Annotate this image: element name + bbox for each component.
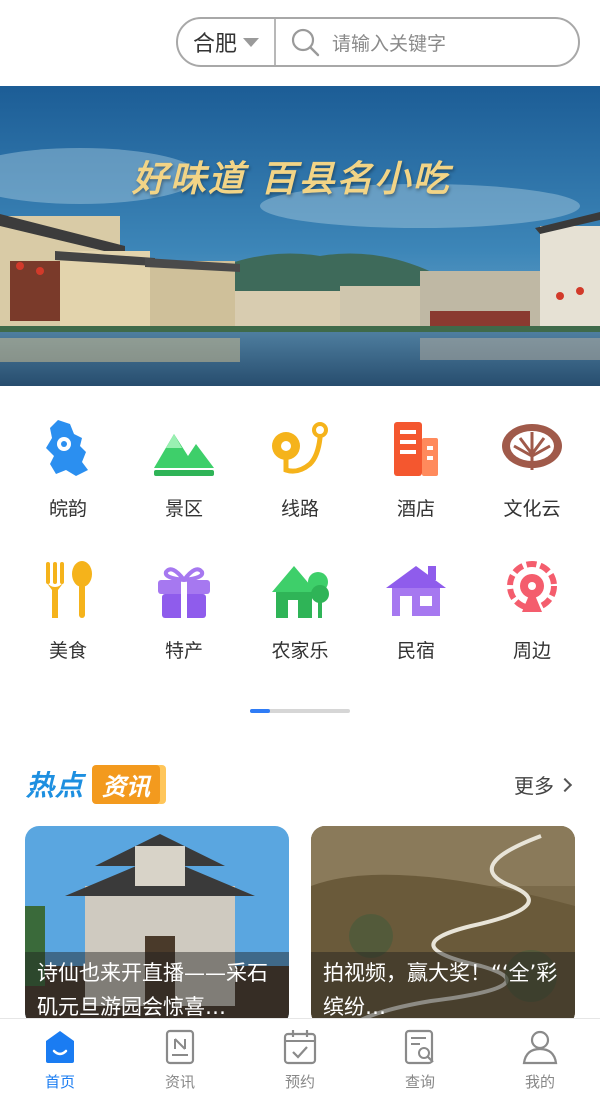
category-food[interactable]: 美食: [10, 558, 126, 678]
fork-spoon-icon: [46, 561, 92, 618]
hotel-icon: [394, 422, 438, 476]
tab-mine[interactable]: 我的: [500, 1027, 580, 1093]
farmhouse-icon: [272, 566, 329, 618]
header: 合肥 请输入关键字: [0, 0, 600, 86]
hot-news-title-b: 资讯: [92, 764, 161, 804]
page-indicator-active: [250, 709, 270, 713]
city-name: 合肥: [192, 32, 237, 57]
category-label: 民宿: [396, 640, 435, 662]
category-route[interactable]: 线路: [242, 416, 358, 536]
category-label: 周边: [512, 640, 551, 662]
category-label: 文化云: [503, 498, 561, 520]
banner-title: 好味道 百县名小吃: [132, 158, 451, 200]
home-icon: [46, 1031, 74, 1063]
bottom-tab-bar: 首页 资讯 预约 查询 我的: [0, 1018, 600, 1098]
news-caption: 诗仙也来开直播——采石矶元旦游园会惊喜…: [25, 952, 289, 1026]
document-search-icon: [404, 1029, 434, 1065]
caret-down-icon: [243, 37, 259, 47]
hot-news-heading: 热点 资讯: [26, 762, 161, 806]
news-card[interactable]: 诗仙也来开直播——采石矶元旦游园会惊喜…: [25, 826, 289, 1026]
news-caption: 拍视频，赢大奖！“‘全’彩缤纷…: [311, 952, 575, 1026]
tab-news[interactable]: 资讯: [140, 1027, 220, 1093]
category-label: 美食: [48, 640, 87, 662]
search-bar: 合肥 请输入关键字: [176, 17, 580, 67]
category-homestay[interactable]: 民宿: [358, 558, 474, 678]
tab-label: 预约: [284, 1073, 315, 1091]
chevron-right-icon: [557, 777, 573, 792]
news-card[interactable]: 拍视频，赢大奖！“‘全’彩缤纷…: [311, 826, 575, 1026]
category-farmhouse[interactable]: 农家乐: [242, 558, 358, 678]
tab-label: 资讯: [164, 1073, 195, 1091]
user-icon: [522, 1030, 558, 1065]
news-icon: [165, 1029, 195, 1065]
banner-image: [0, 86, 600, 386]
category-scenic[interactable]: 景区: [126, 416, 242, 536]
category-label: 酒店: [396, 498, 435, 520]
tab-label: 我的: [524, 1073, 555, 1091]
tab-label: 首页: [44, 1073, 75, 1091]
category-label: 皖韵: [48, 498, 87, 520]
category-grid: 皖韵 景区 线路 酒店 文化云 美食 特产 农家乐 民宿 周边: [0, 386, 600, 686]
route-icon: [272, 422, 328, 474]
tab-booking[interactable]: 预约: [260, 1027, 340, 1093]
calendar-icon: [283, 1030, 317, 1065]
more-link[interactable]: 更多: [514, 770, 573, 799]
category-label: 农家乐: [271, 640, 329, 662]
category-hotel[interactable]: 酒店: [358, 416, 474, 536]
tab-label: 查询: [404, 1073, 435, 1091]
culture-cloud-icon: [502, 424, 562, 470]
banner-carousel[interactable]: 好味道 百县名小吃: [0, 86, 600, 386]
search-placeholder: 请输入关键字: [332, 32, 447, 55]
more-label: 更多: [514, 774, 554, 798]
tab-query[interactable]: 查询: [380, 1027, 460, 1093]
category-wanyun[interactable]: 皖韵: [10, 416, 126, 536]
nearby-icon: [507, 561, 557, 612]
gift-icon: [158, 567, 210, 618]
category-specialty[interactable]: 特产: [126, 558, 242, 678]
mountain-icon: [154, 434, 214, 476]
tab-home[interactable]: 首页: [20, 1027, 100, 1093]
hot-news-title-a: 热点: [26, 769, 85, 802]
search-input[interactable]: 请输入关键字: [278, 19, 578, 65]
search-icon: [291, 28, 320, 57]
homestay-icon: [386, 566, 446, 616]
category-label: 特产: [164, 640, 203, 662]
city-selector[interactable]: 合肥: [178, 19, 276, 65]
anhui-map-icon: [46, 420, 88, 476]
category-nearby[interactable]: 周边: [474, 558, 590, 678]
category-culture-cloud[interactable]: 文化云: [474, 416, 590, 536]
category-label: 景区: [164, 498, 203, 520]
category-label: 线路: [280, 498, 319, 520]
grid-page-indicator: [250, 709, 350, 713]
